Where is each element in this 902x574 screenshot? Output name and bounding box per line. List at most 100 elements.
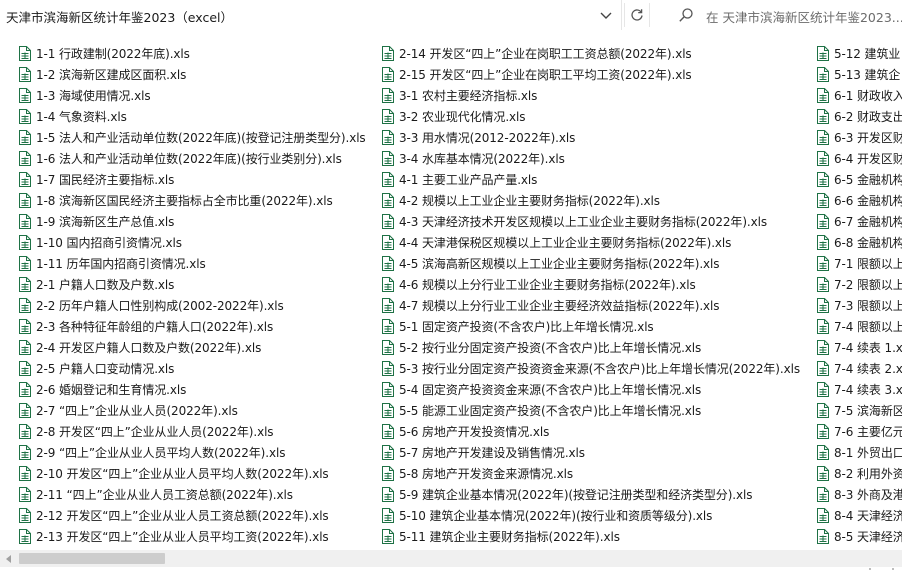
file-item[interactable]: 4-5 滨海高新区规模以上工业企业主要财务指标(2022年).xls (381, 253, 720, 274)
file-name: 8-2 利用外资 (834, 467, 902, 481)
file-item[interactable]: 2-10 开发区“四上”企业从业人员平均人数(2022年).xls (18, 463, 329, 484)
file-item[interactable]: 5-5 能源工业固定资产投资(不含农户)比上年增长情况.xls (381, 400, 701, 421)
file-item[interactable]: 6-5 金融机构 (816, 169, 902, 190)
excel-file-icon (817, 193, 829, 208)
file-item[interactable]: 2-7 “四上”企业从业人员(2022年).xls (18, 400, 238, 421)
file-name: 2-10 开发区“四上”企业从业人员平均人数(2022年).xls (36, 467, 329, 481)
file-item[interactable]: 1-2 滨海新区建成区面积.xls (18, 64, 186, 85)
search-input[interactable]: 在 天津市滨海新区统计年鉴2023... (706, 7, 902, 26)
refresh-button[interactable] (624, 3, 650, 27)
file-item[interactable]: 5-6 房地产开发投资情况.xls (381, 421, 549, 442)
file-item[interactable]: 5-2 按行业分固定资产投资(不含农户)比上年增长情况.xls (381, 337, 701, 358)
file-item[interactable]: 7-3 限额以上 (816, 295, 902, 316)
file-item[interactable]: 5-11 建筑企业主要财务指标(2022年).xls (381, 526, 620, 547)
file-item[interactable]: 5-10 建筑企业基本情况(2022年)(按行业和资质等级分).xls (381, 505, 712, 526)
file-name: 6-6 金融机构 (834, 194, 902, 208)
file-item[interactable]: 2-11 “四上”企业从业人员工资总额(2022年).xls (18, 484, 293, 505)
file-item[interactable]: 8-4 天津经济 (816, 505, 902, 526)
file-item[interactable]: 7-4 续表 3.x (816, 379, 902, 400)
file-item[interactable]: 1-5 法人和产业活动单位数(2022年底)(按登记注册类型分).xls (18, 127, 366, 148)
file-item[interactable]: 4-7 规模以上分行业工业企业主要经济效益指标(2022年).xls (381, 295, 720, 316)
file-item[interactable]: 4-1 主要工业产品产量.xls (381, 169, 537, 190)
file-item[interactable]: 4-6 规模以上分行业工业企业主要财务指标(2022年).xls (381, 274, 696, 295)
excel-file-icon (382, 67, 394, 82)
excel-file-icon (382, 361, 394, 376)
file-item[interactable]: 1-7 国民经济主要指标.xls (18, 169, 174, 190)
search-box[interactable]: 在 天津市滨海新区统计年鉴2023... (668, 0, 902, 30)
file-item[interactable]: 7-6 主要亿元 (816, 421, 902, 442)
address-bar[interactable]: 天津市滨海新区统计年鉴2023（excel） (0, 0, 622, 30)
file-item[interactable]: 7-1 限额以上 (816, 253, 902, 274)
resize-grip-icon[interactable] (866, 567, 902, 574)
scroll-left-icon[interactable] (4, 554, 14, 564)
file-item[interactable]: 2-2 历年户籍人口性别构成(2002-2022年).xls (18, 295, 284, 316)
file-item[interactable]: 7-4 续表 1.x (816, 337, 902, 358)
excel-file-icon (817, 46, 829, 61)
file-item[interactable]: 5-7 房地产开发建设及销售情况.xls (381, 442, 585, 463)
file-name: 5-13 建筑企 (834, 68, 901, 82)
file-item[interactable]: 1-8 滨海新区国民经济主要指标占全市比重(2022年).xls (18, 190, 333, 211)
file-item[interactable]: 1-3 海域使用情况.xls (18, 85, 151, 106)
file-item[interactable]: 1-4 气象资料.xls (18, 106, 127, 127)
excel-file-icon (19, 67, 31, 82)
file-item[interactable]: 2-4 开发区户籍人口数及户数(2022年).xls (18, 337, 261, 358)
file-name: 2-5 户籍人口变动情况.xls (36, 362, 175, 376)
file-item[interactable]: 6-6 金融机构 (816, 190, 902, 211)
file-item[interactable]: 1-10 国内招商引资情况.xls (18, 232, 182, 253)
excel-file-icon (817, 214, 829, 229)
file-item[interactable]: 2-12 开发区“四上”企业从业人员工资总额(2022年).xls (18, 505, 329, 526)
file-name: 5-4 固定资产投资资金来源(不含农户)比上年增长情况.xls (399, 383, 702, 397)
file-item[interactable]: 6-3 开发区财 (816, 127, 902, 148)
file-item[interactable]: 1-9 滨海新区生产总值.xls (18, 211, 174, 232)
file-item[interactable]: 1-1 行政建制(2022年底).xls (18, 43, 190, 64)
scrollbar-thumb[interactable] (19, 553, 165, 564)
file-item[interactable]: 6-7 金融机构 (816, 211, 902, 232)
file-item[interactable]: 3-1 农村主要经济指标.xls (381, 85, 537, 106)
file-item[interactable]: 2-14 开发区“四上”企业在岗职工工资总额(2022年).xls (381, 43, 692, 64)
file-item[interactable]: 7-4 限额以上 (816, 316, 902, 337)
file-item[interactable]: 8-3 外商及港 (816, 484, 902, 505)
file-item[interactable]: 2-6 婚姻登记和生育情况.xls (18, 379, 186, 400)
file-item[interactable]: 2-5 户籍人口变动情况.xls (18, 358, 174, 379)
file-item[interactable]: 8-1 外贸出口 (816, 442, 902, 463)
file-item[interactable]: 3-2 农业现代化情况.xls (381, 106, 526, 127)
file-item[interactable]: 5-8 房地产开发资金来源情况.xls (381, 463, 573, 484)
file-item[interactable]: 7-2 限额以上 (816, 274, 902, 295)
file-item[interactable]: 5-3 按行业分固定资产投资资金来源(不含农户)比上年增长情况(2022年).x… (381, 358, 800, 379)
excel-file-icon (19, 46, 31, 61)
file-item[interactable]: 5-9 建筑企业基本情况(2022年)(按登记注册类型和经济类型分).xls (381, 484, 752, 505)
file-item[interactable]: 7-4 续表 2.x (816, 358, 902, 379)
file-item[interactable]: 8-2 利用外资 (816, 463, 902, 484)
search-icon (679, 8, 693, 22)
file-item[interactable]: 4-3 天津经济技术开发区规模以上工业企业主要财务指标(2022年).xls (381, 211, 767, 232)
file-item[interactable]: 2-13 开发区“四上”企业从业人员平均工资(2022年).xls (18, 526, 329, 547)
horizontal-scrollbar[interactable] (0, 550, 902, 567)
excel-file-icon (817, 151, 829, 166)
file-item[interactable]: 6-4 开发区财 (816, 148, 902, 169)
file-item[interactable]: 2-9 “四上”企业从业人员平均人数(2022年).xls (18, 442, 285, 463)
address-path[interactable]: 天津市滨海新区统计年鉴2023（excel） (6, 7, 233, 26)
file-item[interactable]: 1-6 法人和产业活动单位数(2022年底)(按行业类别分).xls (18, 148, 342, 169)
file-item[interactable]: 4-4 天津港保税区规模以上工业企业主要财务指标(2022年).xls (381, 232, 731, 253)
file-item[interactable]: 6-1 财政收入 (816, 85, 902, 106)
file-item[interactable]: 6-2 财政支出 (816, 106, 902, 127)
file-item[interactable]: 4-2 规模以上工业企业主要财务指标(2022年).xls (381, 190, 660, 211)
excel-file-icon (817, 466, 829, 481)
chevron-down-icon[interactable] (597, 6, 615, 24)
file-item[interactable]: 3-4 水库基本情况(2022年).xls (381, 148, 565, 169)
file-name: 2-9 “四上”企业从业人员平均人数(2022年).xls (36, 446, 286, 460)
file-item[interactable]: 5-13 建筑企 (816, 64, 900, 85)
file-item[interactable]: 8-5 天津经济 (816, 526, 902, 547)
file-item[interactable]: 2-3 各种特征年龄组的户籍人口(2022年).xls (18, 316, 273, 337)
file-item[interactable]: 6-8 金融机构 (816, 232, 902, 253)
file-item[interactable]: 1-11 历年国内招商引资情况.xls (18, 253, 206, 274)
file-item[interactable]: 5-1 固定资产投资(不含农户)比上年增长情况.xls (381, 316, 654, 337)
refresh-icon (631, 9, 643, 21)
file-item[interactable]: 2-8 开发区“四上”企业从业人员(2022年).xls (18, 421, 274, 442)
file-item[interactable]: 5-4 固定资产投资资金来源(不含农户)比上年增长情况.xls (381, 379, 701, 400)
file-item[interactable]: 7-5 滨海新区 (816, 400, 902, 421)
file-item[interactable]: 2-1 户籍人口数及户数.xls (18, 274, 174, 295)
file-item[interactable]: 5-12 建筑业 (816, 43, 900, 64)
file-item[interactable]: 2-15 开发区“四上”企业在岗职工平均工资(2022年).xls (381, 64, 692, 85)
file-item[interactable]: 3-3 用水情况(2012-2022年).xls (381, 127, 575, 148)
